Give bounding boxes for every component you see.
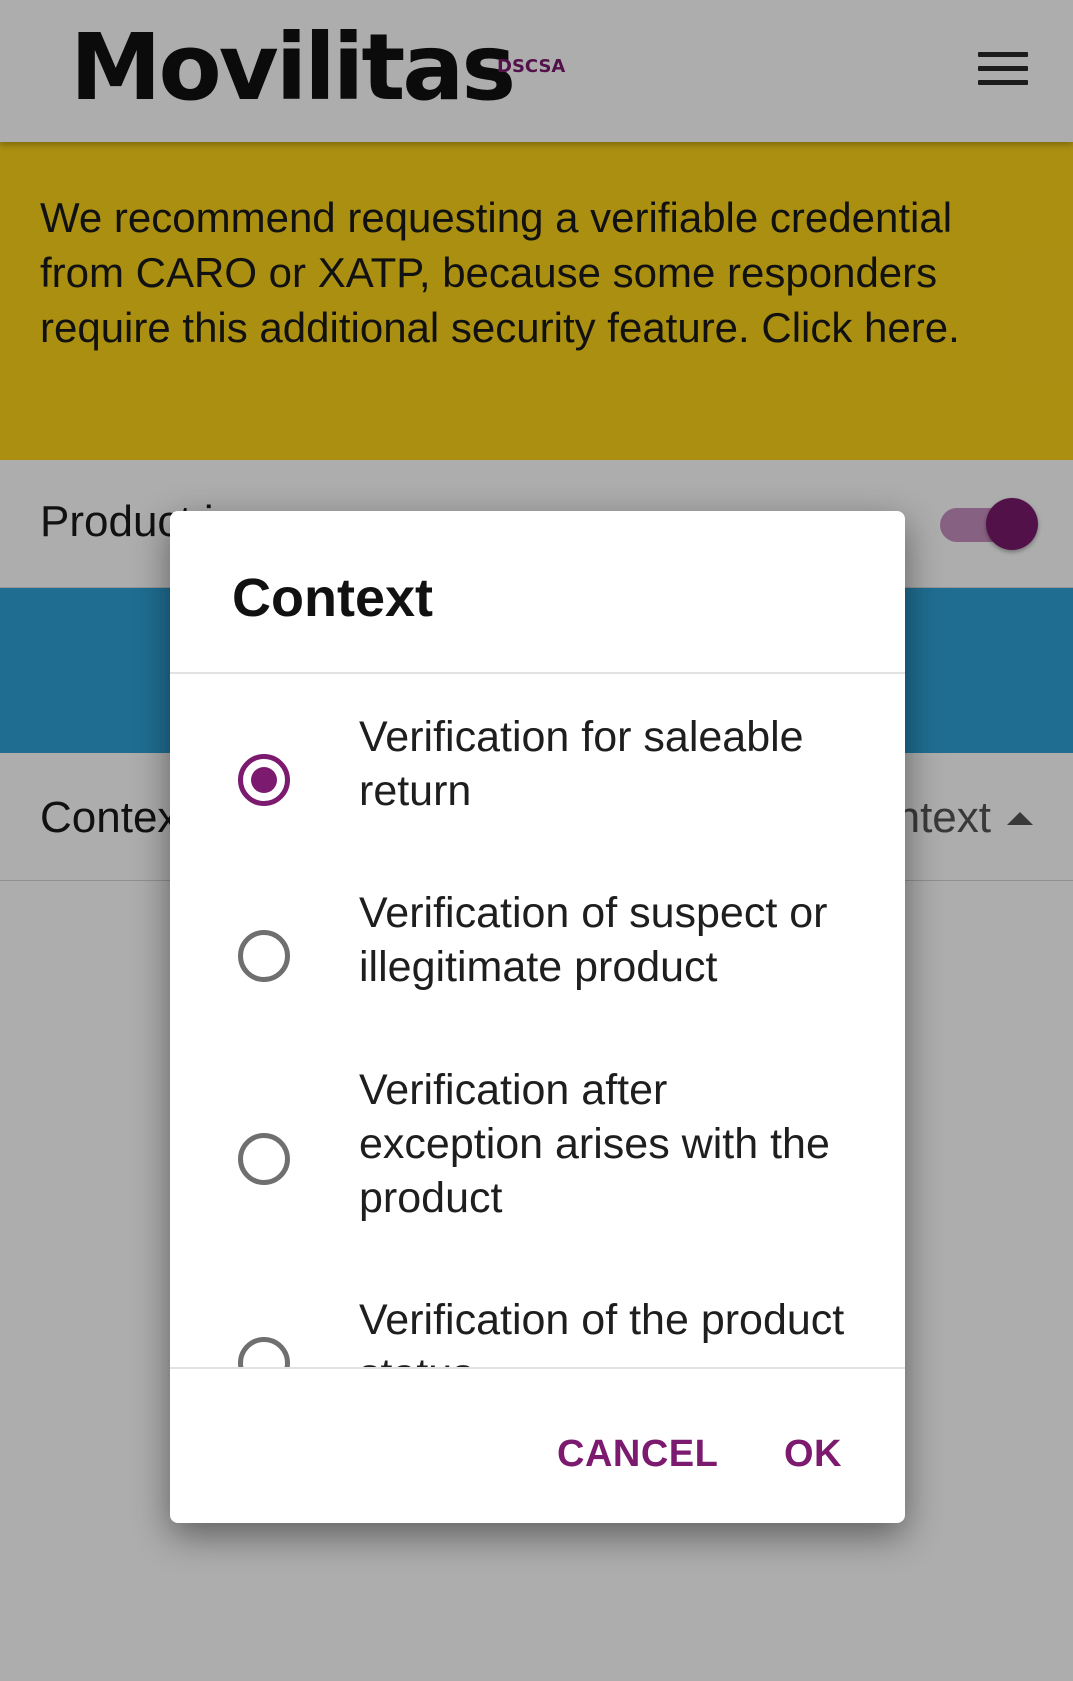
- option-suspect-product[interactable]: Verification of suspect or illegitimate …: [170, 886, 905, 1026]
- option-label: Verification of suspect or illegitimate …: [359, 889, 828, 991]
- radio-checked-icon[interactable]: [238, 754, 290, 806]
- context-dialog: Context Verification for saleable return…: [170, 511, 905, 1523]
- option-exception[interactable]: Verification after exception arises with…: [170, 1063, 905, 1243]
- option-label: Verification for saleable return: [359, 713, 804, 815]
- option-product-status[interactable]: Verification of the product status: [170, 1293, 905, 1367]
- dialog-actions: CANCEL OK: [170, 1369, 905, 1523]
- radio-unchecked-icon[interactable]: [238, 1337, 290, 1367]
- ok-button[interactable]: OK: [784, 1433, 842, 1476]
- dialog-title: Context: [232, 568, 433, 628]
- options-list[interactable]: Verification for saleable return Verific…: [170, 674, 905, 1367]
- radio-unchecked-icon[interactable]: [238, 930, 290, 982]
- option-label: Verification after exception arises with…: [359, 1066, 830, 1222]
- option-saleable-return[interactable]: Verification for saleable return: [170, 710, 905, 850]
- option-label: Verification of the product status: [359, 1296, 845, 1367]
- radio-unchecked-icon[interactable]: [238, 1133, 290, 1185]
- cancel-button[interactable]: CANCEL: [557, 1433, 718, 1476]
